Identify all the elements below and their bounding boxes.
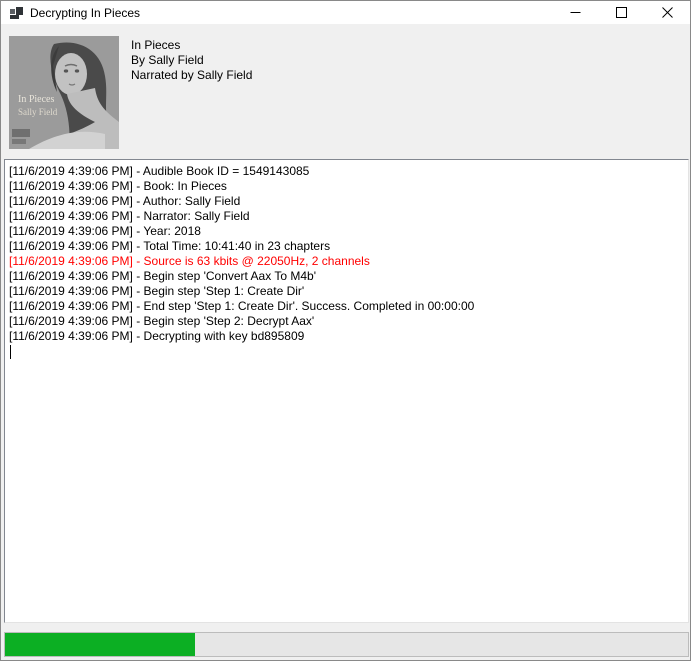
log-line: [11/6/2019 4:39:06 PM] - Decrypting with… xyxy=(9,329,684,344)
maximize-button[interactable] xyxy=(598,1,644,24)
cover-title-text: In Pieces xyxy=(18,94,54,105)
book-info: In Pieces By Sally Field Narrated by Sal… xyxy=(131,38,252,83)
minimize-button[interactable] xyxy=(552,1,598,24)
book-narrator: Narrated by Sally Field xyxy=(131,68,252,83)
cover-badge-bottom xyxy=(12,139,26,144)
log-line: [11/6/2019 4:39:06 PM] - End step 'Step … xyxy=(9,299,684,314)
close-icon xyxy=(662,7,673,18)
window-title: Decrypting In Pieces xyxy=(30,6,552,20)
log-line: [11/6/2019 4:39:06 PM] - Author: Sally F… xyxy=(9,194,684,209)
app-window: Decrypting In Pieces xyxy=(0,0,691,661)
progress-bar xyxy=(4,632,689,657)
progress-fill xyxy=(5,633,195,656)
log-line: [11/6/2019 4:39:06 PM] - Begin step 'Ste… xyxy=(9,284,684,299)
log-line: [11/6/2019 4:39:06 PM] - Narrator: Sally… xyxy=(9,209,684,224)
app-icon xyxy=(9,6,23,20)
log-line: [11/6/2019 4:39:06 PM] - Year: 2018 xyxy=(9,224,684,239)
book-author: By Sally Field xyxy=(131,53,252,68)
log-line: [11/6/2019 4:39:06 PM] - Total Time: 10:… xyxy=(9,239,684,254)
maximize-icon xyxy=(616,7,627,18)
log-line: [11/6/2019 4:39:06 PM] - Begin step 'Con… xyxy=(9,269,684,284)
book-cover-image: In Pieces Sally Field xyxy=(9,36,119,149)
log-line: [11/6/2019 4:39:06 PM] - Begin step 'Ste… xyxy=(9,314,684,329)
minimize-icon xyxy=(570,7,581,18)
caption-buttons xyxy=(552,1,690,24)
cover-author-text: Sally Field xyxy=(18,107,58,117)
text-caret xyxy=(10,345,11,359)
log-output[interactable]: [11/6/2019 4:39:06 PM] - Audible Book ID… xyxy=(4,159,689,623)
log-line: [11/6/2019 4:39:06 PM] - Source is 63 kb… xyxy=(9,254,684,269)
title-bar[interactable]: Decrypting In Pieces xyxy=(1,1,690,24)
log-line: [11/6/2019 4:39:06 PM] - Book: In Pieces xyxy=(9,179,684,194)
cover-badge-top xyxy=(12,129,30,137)
log-line: [11/6/2019 4:39:06 PM] - Audible Book ID… xyxy=(9,164,684,179)
log-lines: [11/6/2019 4:39:06 PM] - Audible Book ID… xyxy=(9,164,684,344)
book-title: In Pieces xyxy=(131,38,252,53)
close-button[interactable] xyxy=(644,1,690,24)
